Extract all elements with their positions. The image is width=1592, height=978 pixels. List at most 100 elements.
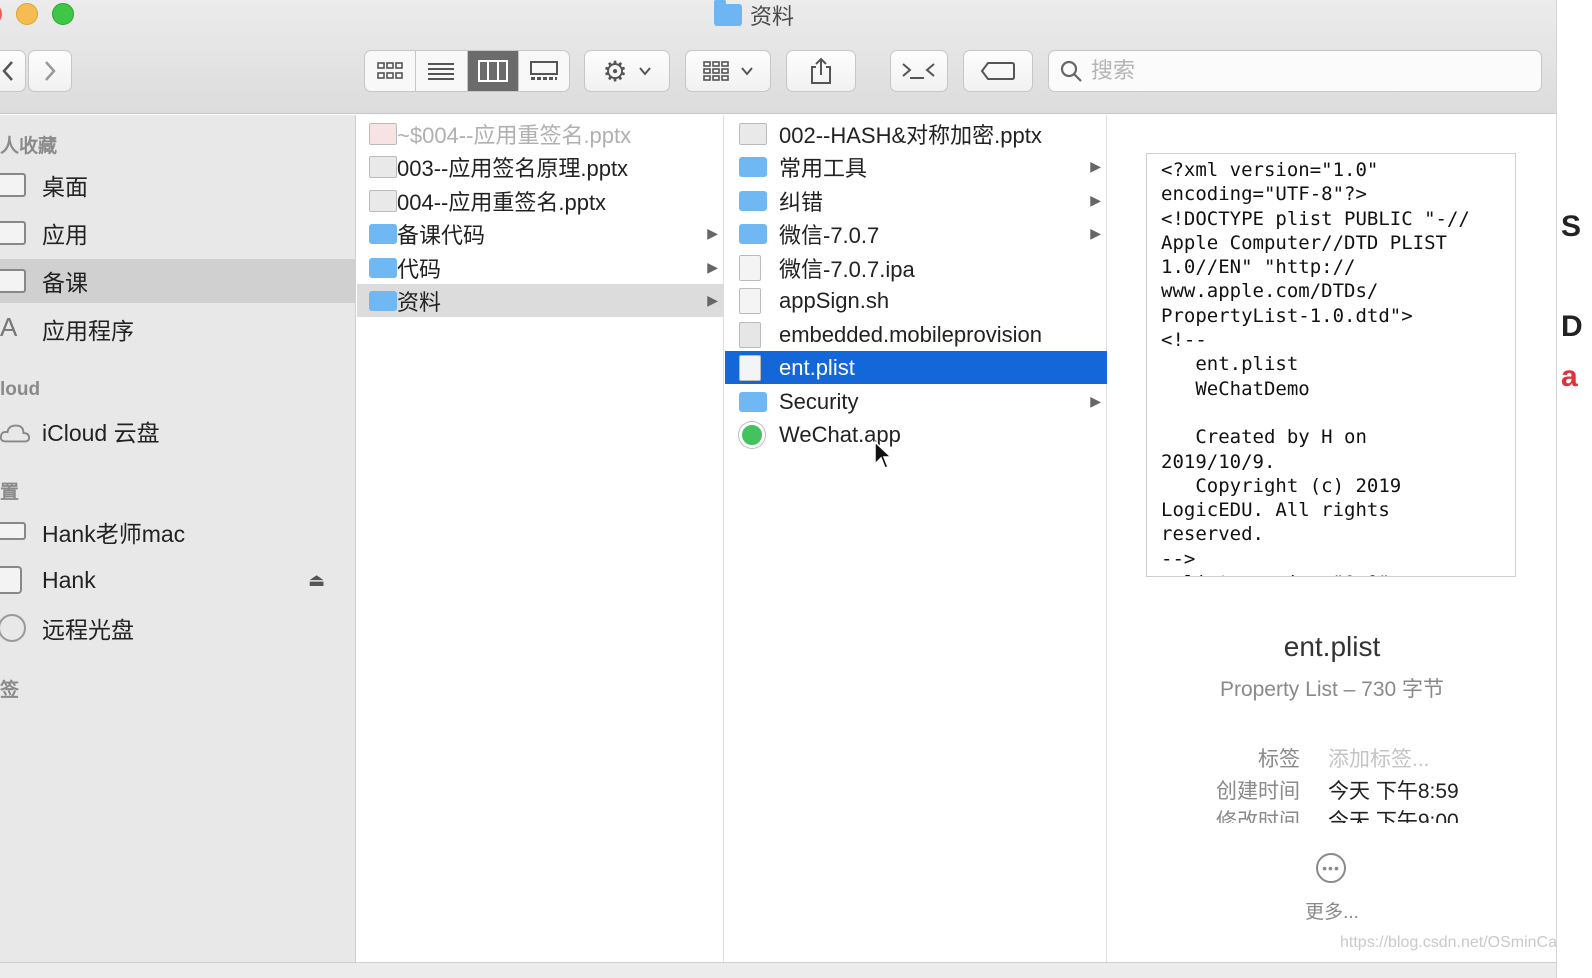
gallery-view-button[interactable]	[519, 51, 569, 91]
pptx-file-icon	[369, 123, 397, 145]
ipa-file-icon	[739, 255, 761, 281]
terminal-button[interactable]	[890, 50, 948, 92]
disclosure-arrow-icon: ▶	[707, 225, 718, 241]
folder-name: Security	[779, 388, 859, 414]
group-by-button[interactable]	[685, 50, 771, 92]
file-content-preview[interactable]: <?xml version="1.0" encoding="UTF-8"?> <…	[1146, 153, 1516, 577]
sidebar-item-remote-disc[interactable]: 远程光盘	[0, 606, 355, 650]
tags-button[interactable]	[963, 50, 1033, 92]
minimize-window-button[interactable]	[16, 3, 38, 25]
modified-value: 今天 下午9:00	[1328, 810, 1459, 823]
file-row[interactable]: 003--应用签名原理.pptx	[357, 150, 724, 183]
sidebar-item-computer[interactable]: Hank老师mac	[0, 510, 355, 554]
sidebar-item-applications[interactable]: A 应用程序	[0, 307, 355, 351]
folder-icon	[739, 224, 767, 244]
more-icon[interactable]: •••	[1316, 853, 1346, 883]
folder-row[interactable]: 备课代码 ▶	[357, 217, 724, 250]
chevron-down-icon	[741, 67, 753, 76]
file-row[interactable]: 004--应用重签名.pptx	[357, 184, 724, 217]
disc-icon	[0, 614, 26, 642]
column-materials: 002--HASH&对称加密.pptx 常用工具 ▶ 纠错 ▶ 微信-7.0.7…	[725, 115, 1107, 962]
forward-button[interactable]	[28, 50, 72, 92]
more-button[interactable]: 更多...	[1108, 897, 1556, 924]
folder-row[interactable]: 微信-7.0.7 ▶	[725, 217, 1107, 250]
preview-file-kind: Property List – 730 字节	[1219, 678, 1445, 701]
folder-icon	[369, 224, 397, 244]
folder-name: 纠错	[779, 189, 824, 215]
file-row[interactable]: embedded.mobileprovision	[725, 318, 1107, 351]
folder-icon	[739, 191, 767, 211]
share-button[interactable]	[786, 50, 856, 92]
chevron-left-icon	[2, 61, 13, 81]
wechat-app-icon	[739, 422, 765, 448]
folder-icon	[0, 269, 26, 293]
disclosure-arrow-icon: ▶	[707, 292, 718, 308]
folder-icon	[714, 0, 742, 26]
file-row-selected[interactable]: ent.plist	[725, 351, 1107, 384]
search-icon	[1060, 60, 1082, 82]
folder-icon	[369, 258, 397, 278]
folder-name: 微信-7.0.7	[779, 222, 880, 248]
sidebar-item-hank-drive[interactable]: Hank ⏏	[0, 558, 355, 602]
provision-file-icon	[739, 322, 761, 348]
cloud-icon	[0, 424, 30, 443]
sidebar-item-label: 桌面	[42, 174, 88, 200]
gear-icon: ⚙	[602, 55, 628, 87]
list-view-button[interactable]	[416, 51, 468, 91]
disclosure-arrow-icon: ▶	[707, 259, 718, 275]
file-row[interactable]: ~$004--应用重签名.pptx	[357, 117, 724, 150]
icon-view-button[interactable]	[365, 51, 417, 91]
sidebar-section-locations: 置	[0, 482, 20, 503]
sidebar-item-icloud-drive[interactable]: iCloud 云盘	[0, 409, 355, 453]
window-bottom-edge	[0, 962, 1556, 978]
watermark: https://blog.csdn.net/OSminCag	[1340, 934, 1556, 951]
sidebar-section-tags: 签	[0, 680, 20, 701]
folder-row[interactable]: 常用工具 ▶	[725, 150, 1107, 183]
add-tags-field[interactable]: 添加标签...	[1328, 743, 1430, 773]
back-button[interactable]	[0, 50, 26, 92]
created-value: 今天 下午8:59	[1328, 780, 1459, 803]
disclosure-arrow-icon: ▶	[1090, 158, 1101, 174]
action-menu-button[interactable]: ⚙	[584, 50, 670, 92]
preview-pane: <?xml version="1.0" encoding="UTF-8"?> <…	[1108, 115, 1556, 962]
list-icon	[428, 63, 455, 80]
file-name: ~$004--应用重签名.pptx	[397, 122, 632, 148]
search-input[interactable]	[1091, 58, 1491, 84]
search-field[interactable]	[1048, 50, 1542, 92]
sidebar-item-apps-folder[interactable]: 应用	[0, 211, 355, 255]
folder-row[interactable]: 纠错 ▶	[725, 184, 1107, 217]
pptx-file-icon	[369, 190, 397, 212]
disclosure-arrow-icon: ▶	[1090, 192, 1101, 208]
drive-icon	[0, 566, 22, 594]
column-view-button[interactable]	[467, 51, 519, 91]
folder-name: 备课代码	[397, 222, 486, 248]
file-name: 004--应用重签名.pptx	[397, 189, 607, 215]
file-row[interactable]: WeChat.app	[725, 418, 1107, 451]
close-window-button[interactable]	[0, 3, 2, 25]
sidebar-item-label: 远程光盘	[42, 617, 134, 643]
modified-label: 修改时间	[1216, 810, 1300, 823]
sidebar: 人收藏 桌面 应用 备课 A 应用程序 loud iCloud 云盘 置 Han…	[0, 115, 356, 962]
view-mode-segmented-control	[364, 50, 570, 92]
folder-row[interactable]: Security ▶	[725, 385, 1107, 418]
zoom-window-button[interactable]	[52, 3, 74, 25]
share-icon	[811, 57, 831, 84]
sidebar-item-label: 应用程序	[42, 318, 134, 344]
file-name: 003--应用签名原理.pptx	[397, 155, 629, 181]
file-row[interactable]: 微信-7.0.7.ipa	[725, 251, 1107, 284]
column-lesson-prep: ~$004--应用重签名.pptx 003--应用签名原理.pptx 004--…	[357, 115, 724, 962]
file-row[interactable]: 002--HASH&对称加密.pptx	[725, 117, 1107, 150]
sidebar-item-label: iCloud 云盘	[42, 420, 160, 446]
sidebar-item-label: Hank老师mac	[42, 521, 186, 547]
finder-window: 资料 ⚙ 搜索 人收藏 桌面 应用 备课 A 应用程序 loud iCloud …	[0, 0, 1556, 962]
folder-row[interactable]: 代码 ▶	[357, 251, 724, 284]
file-row[interactable]: appSign.sh	[725, 284, 1107, 317]
sidebar-item-lesson-prep[interactable]: 备课	[0, 259, 355, 303]
folder-row-selected[interactable]: 资料 ▶	[357, 284, 724, 317]
folder-name: 常用工具	[779, 155, 868, 181]
file-name: ent.plist	[779, 354, 855, 380]
sidebar-item-desktop[interactable]: 桌面	[0, 163, 355, 207]
eject-icon[interactable]: ⏏	[308, 570, 325, 591]
sidebar-item-label: 备课	[42, 270, 88, 296]
sidebar-item-label: 应用	[42, 222, 88, 248]
